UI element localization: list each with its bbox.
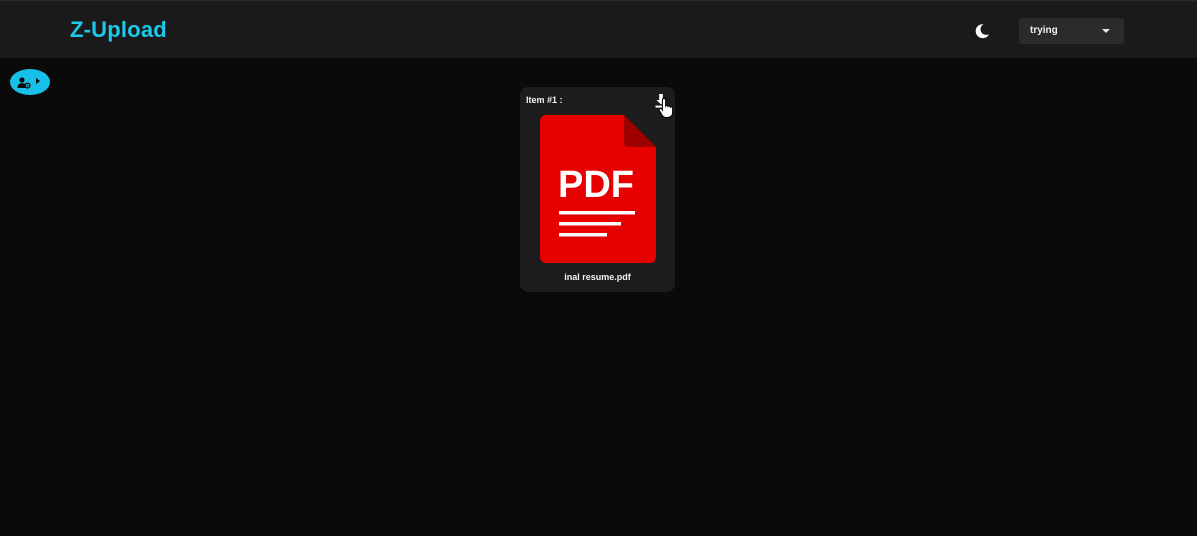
profile-menu-toggle[interactable] <box>10 69 50 95</box>
navbar: Z-Upload trying <box>0 0 1197 58</box>
file-card[interactable]: Item #1 : PDF inal resume.pdf <box>520 87 675 292</box>
user-select-value: trying <box>1030 25 1058 36</box>
pdf-file-icon: PDF <box>540 115 656 268</box>
file-name[interactable]: inal resume.pdf <box>520 272 675 282</box>
pdf-icon-label: PDF <box>558 164 634 206</box>
user-gear-icon <box>17 76 31 94</box>
moon-icon[interactable] <box>972 21 992 41</box>
brand-logo[interactable]: Z-Upload <box>70 17 167 43</box>
file-card-title: Item #1 : <box>526 95 563 105</box>
caret-down-icon <box>1102 29 1110 33</box>
user-select[interactable]: trying <box>1019 18 1124 44</box>
play-icon <box>36 78 40 84</box>
hand-cursor-icon <box>658 97 676 124</box>
